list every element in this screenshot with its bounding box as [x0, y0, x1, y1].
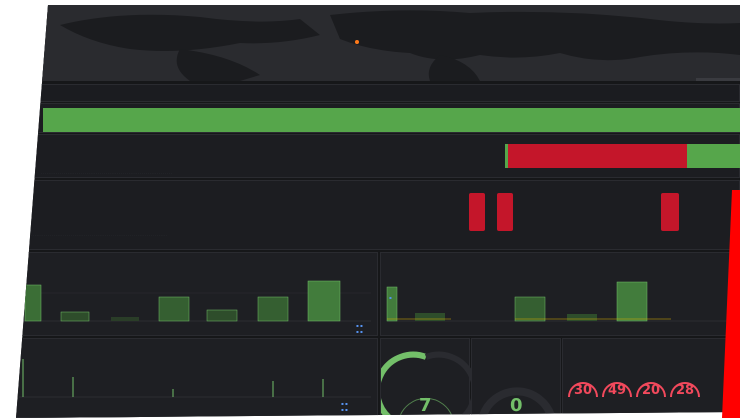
bar-chart-panel-right: ▪ [380, 252, 740, 336]
legend-marker[interactable]: ▪ ▪ [341, 401, 348, 406]
events-axis-ticks: · · · · · · · · · · · · · · · · · · · · … [29, 233, 168, 237]
red-accent-stripe [722, 190, 740, 418]
map-marker[interactable] [355, 40, 359, 44]
bar[interactable] [206, 309, 238, 322]
status-bar-ok[interactable] [43, 108, 740, 132]
world-map-panel[interactable] [16, 5, 740, 81]
bar-chart-panel-left: ▪ ▪ ▪ ▪ [16, 252, 378, 336]
gauge-2-value: 0 [510, 395, 523, 416]
status-history-panel-2: · · · · · · · · · · · · · · · · · · · · … [16, 134, 740, 178]
event-bar[interactable] [469, 193, 485, 231]
events-panel: · · · · · · · · · · · · · · · · · · · · … [16, 180, 740, 250]
bar[interactable] [24, 284, 42, 322]
dashboard-frame: · · · · · · · · · · · · · · · · · · · · … [16, 5, 740, 418]
legend-marker[interactable]: ▪ [389, 295, 392, 300]
bar[interactable] [616, 281, 648, 322]
bar[interactable] [415, 313, 445, 321]
bar[interactable] [60, 311, 90, 322]
legend-marker[interactable]: ▪ ▪ [356, 323, 363, 328]
status-history-panel-1 [16, 103, 740, 133]
status-bar-edge [505, 144, 508, 168]
bar[interactable] [567, 314, 597, 321]
bar[interactable] [111, 317, 139, 321]
gauge-panel-2: 0 [471, 338, 561, 418]
bar-chart-left-svg: ▪ ▪ ▪ ▪ [23, 280, 371, 334]
legend-marker[interactable]: ▪ ▪ [356, 329, 363, 334]
legend-marker[interactable]: ▪ ▪ [341, 407, 348, 412]
status-bar-ok-segment[interactable] [687, 144, 740, 168]
event-bar[interactable] [497, 193, 513, 231]
bar[interactable] [386, 286, 398, 322]
bar[interactable] [257, 296, 289, 322]
mini-gauge-value: 30 [573, 383, 593, 398]
bar[interactable] [514, 296, 546, 322]
bar[interactable] [158, 296, 190, 322]
toolbar-strip [16, 84, 740, 102]
bar[interactable] [307, 280, 341, 322]
event-bar[interactable] [661, 193, 679, 231]
bottom-left-panel: ▪ ▪ ▪ ▪ [16, 338, 378, 418]
world-map-svg [16, 5, 740, 81]
gauge-1-value: 7 [419, 395, 432, 416]
mini-gauge-value: 49 [607, 383, 627, 398]
mini-gauge-value: 20 [641, 383, 661, 398]
status-bar-alert-segment[interactable] [507, 144, 687, 168]
bottom-left-svg: ▪ ▪ ▪ ▪ [19, 359, 371, 412]
dashboard-screenshot: · · · · · · · · · · · · · · · · · · · · … [0, 0, 740, 418]
time-axis-ticks: · · · · · · · · · · · · · · · · · · · · … [41, 171, 172, 175]
mini-gauge-value: 28 [675, 383, 695, 398]
gauge-panel-1: 7 [380, 338, 471, 418]
bar-chart-right-svg: ▪ [386, 281, 736, 322]
